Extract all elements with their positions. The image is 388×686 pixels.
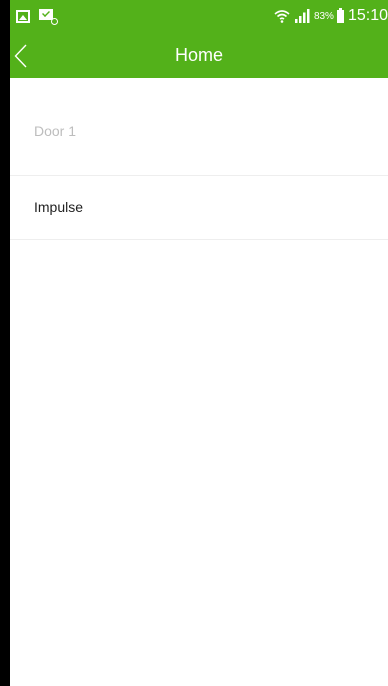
back-button[interactable] <box>10 32 50 78</box>
mail-icon <box>39 8 58 25</box>
status-bar: 83% 15:10 <box>10 0 388 32</box>
phone-screen: 83% 15:10 Home Door 1 Impulse <box>10 0 388 686</box>
gallery-icon <box>16 9 30 23</box>
list-item-impulse[interactable]: Impulse <box>10 176 388 240</box>
device-frame: 83% 15:10 Home Door 1 Impulse <box>0 0 388 686</box>
page-title: Home <box>174 45 223 65</box>
wifi-icon <box>274 10 290 23</box>
list-item-door-1[interactable]: Door 1 <box>10 78 388 176</box>
status-clock: 15:10 <box>347 7 388 24</box>
battery-percent: 83% <box>313 10 334 22</box>
app-bar: Home <box>10 32 388 78</box>
device-list: Door 1 Impulse <box>10 78 388 686</box>
chevron-left-icon <box>14 44 27 68</box>
list-item-label: Door 1 <box>34 123 77 139</box>
status-notification-icons <box>16 7 58 25</box>
status-system-icons: 83% 15:10 <box>274 5 388 27</box>
battery-icon <box>336 7 344 23</box>
list-item-label: Impulse <box>34 199 84 215</box>
signal-icon <box>294 9 310 23</box>
